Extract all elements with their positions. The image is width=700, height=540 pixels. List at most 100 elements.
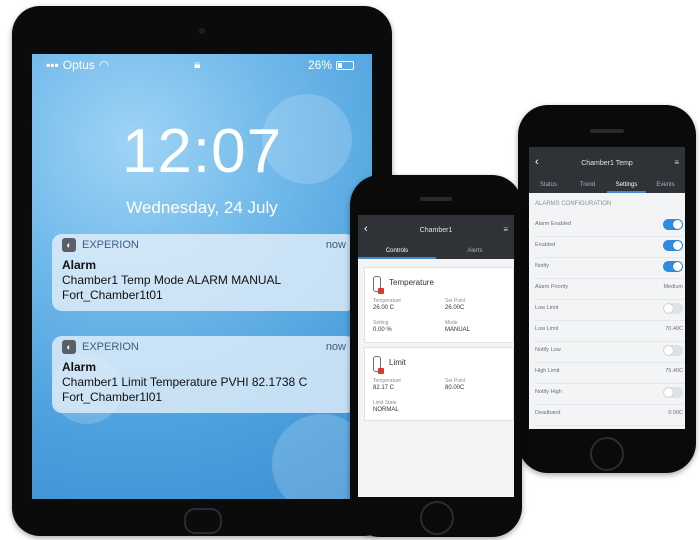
tab-trend[interactable]: Trend xyxy=(568,179,607,193)
tab-controls[interactable]: Controls xyxy=(358,245,436,259)
field-label: Limit State xyxy=(373,400,397,406)
menu-icon[interactable]: ≡ xyxy=(503,225,508,234)
setting-label: Deadband xyxy=(535,410,561,416)
tab-events[interactable]: Events xyxy=(646,179,685,193)
setting-label: High Limit xyxy=(535,368,560,374)
setting-row[interactable]: Low Limit xyxy=(535,299,685,321)
setting-row[interactable]: High Limit 75.40C xyxy=(535,362,685,384)
field-value: 26.00C xyxy=(445,305,465,311)
phone-speaker xyxy=(420,197,452,201)
tab-alerts[interactable]: Alerts xyxy=(436,245,514,259)
setting-label: Alarm Enabled xyxy=(535,221,572,227)
notification-time: now xyxy=(325,239,346,251)
notification-card[interactable]: ◐ EXPERION now Alarm Chamber1 Temp Mode … xyxy=(52,234,356,311)
status-right: 26% xyxy=(308,58,354,72)
setting-row[interactable]: Notify High xyxy=(535,383,685,405)
setting-value[interactable]: Medium xyxy=(663,284,683,290)
notification-title: Alarm xyxy=(62,258,97,272)
status-bar: ▪▪▪ Optus ◠ 🔒︎ 26% xyxy=(32,54,372,74)
notification-body: Alarm Chamber1 Temp Mode ALARM MANUAL Fo… xyxy=(52,256,356,311)
phone-controls-screen: ‹ Chamber1 ≡ Controls Alerts Temperature… xyxy=(358,215,514,497)
notification-time: now xyxy=(325,341,346,353)
setting-row[interactable]: Low Limit 70.40C xyxy=(535,320,685,342)
phone-settings-device: ‹ Chamber1 Temp ≡ Status Trend Settings … xyxy=(518,105,696,473)
experion-app-icon: ◐ xyxy=(62,340,76,354)
setting-toggle[interactable] xyxy=(663,345,683,356)
setting-toggle[interactable] xyxy=(663,387,683,398)
notification-card[interactable]: ◐ EXPERION now Alarm Chamber1 Limit Temp… xyxy=(52,336,356,413)
field-value: MANUAL xyxy=(445,327,471,333)
field-label: Set Point xyxy=(445,298,466,304)
setting-row[interactable]: Enabled xyxy=(535,236,685,258)
thermometer-icon xyxy=(373,276,384,294)
field-label: Temperature xyxy=(373,298,402,304)
lock-date: Wednesday, 24 July xyxy=(126,198,278,217)
thermometer-icon xyxy=(373,356,384,374)
setting-label: Enabled xyxy=(535,242,556,248)
notification-source: Fort_Chamber1t01 xyxy=(62,288,163,302)
field-value: 26.00 C xyxy=(373,305,395,311)
phone-speaker xyxy=(590,129,624,133)
status-left: ▪▪▪ Optus ◠ xyxy=(46,58,109,72)
tab-settings[interactable]: Settings xyxy=(607,179,646,193)
home-button[interactable] xyxy=(590,437,624,471)
setting-toggle[interactable] xyxy=(663,261,683,272)
setting-row[interactable]: Deadband 0.00C xyxy=(535,404,685,426)
screen-title: Chamber1 xyxy=(419,227,453,234)
notification-header: ◐ EXPERION now xyxy=(52,336,356,358)
phone-settings-screen: ‹ Chamber1 Temp ≡ Status Trend Settings … xyxy=(529,147,685,429)
home-button[interactable] xyxy=(420,501,454,535)
home-button[interactable] xyxy=(184,508,222,534)
setting-value[interactable]: 75.40C xyxy=(665,368,683,374)
setting-label: Low Limit xyxy=(535,305,559,311)
back-chevron-icon[interactable]: ‹ xyxy=(535,156,539,168)
limit-card[interactable]: Limit Temperature 82.17 C Set Point 80.0… xyxy=(364,347,514,421)
setting-row[interactable]: Alarm Priority Medium xyxy=(535,278,685,300)
setting-row[interactable]: Notify xyxy=(535,257,685,279)
card-title: Limit xyxy=(389,358,406,367)
field-value: NORMAL xyxy=(373,407,399,413)
notification-app-name: EXPERION xyxy=(82,341,139,353)
ipad-device: ▪▪▪ Optus ◠ 🔒︎ 26% 12:07 Wednesday, 24 J… xyxy=(12,6,392,536)
battery-percent: 26% xyxy=(307,58,332,72)
field-label: Mode xyxy=(445,320,458,326)
experion-app-icon: ◐ xyxy=(62,238,76,252)
card-title: Temperature xyxy=(389,278,434,287)
phone-controls-device: ‹ Chamber1 ≡ Controls Alerts Temperature… xyxy=(350,175,522,537)
field-label: Temperature xyxy=(373,378,402,384)
field-value: 80.00C xyxy=(445,385,465,391)
notification-source: Fort_Chamber1l01 xyxy=(62,390,163,404)
setting-toggle[interactable] xyxy=(663,303,683,314)
notification-title: Alarm xyxy=(62,360,97,374)
section-header: ALARMS CONFIGURATION xyxy=(535,201,612,207)
app-header: ‹ Chamber1 ≡ xyxy=(358,215,514,245)
menu-icon[interactable]: ≡ xyxy=(674,158,679,167)
lock-icon: 🔒︎ xyxy=(194,57,201,71)
temperature-card[interactable]: Temperature Temperature 26.00 C Set Poin… xyxy=(364,267,514,343)
setting-toggle[interactable] xyxy=(663,240,683,251)
setting-label: Notify Low xyxy=(535,347,561,353)
tab-status[interactable]: Status xyxy=(529,179,568,193)
notification-message: Chamber1 Temp Mode ALARM MANUAL xyxy=(62,273,282,287)
setting-label: Notify High xyxy=(535,389,562,395)
wifi-icon: ◠ xyxy=(98,58,110,72)
notification-app-name: EXPERION xyxy=(82,239,139,251)
setting-value[interactable]: 70.40C xyxy=(665,326,683,332)
ipad-camera xyxy=(199,28,205,34)
setting-label: Notify xyxy=(535,263,550,269)
carrier-label: Optus xyxy=(62,58,95,72)
field-label: Set Point xyxy=(445,378,466,384)
notification-body: Alarm Chamber1 Limit Temperature PVHI 82… xyxy=(52,358,356,413)
field-value: 82.17 C xyxy=(373,385,395,391)
back-chevron-icon[interactable]: ‹ xyxy=(364,223,368,235)
tab-bar: Status Trend Settings Events xyxy=(529,179,685,193)
notification-message: Chamber1 Limit Temperature PVHI 82.1738 … xyxy=(62,375,308,389)
setting-toggle[interactable] xyxy=(663,219,683,230)
setting-row[interactable]: Alarm Enabled xyxy=(535,215,685,237)
setting-label: Alarm Priority xyxy=(535,284,569,290)
app-header: ‹ Chamber1 Temp ≡ xyxy=(529,147,685,179)
setting-value[interactable]: 0.00C xyxy=(668,410,683,416)
ipad-lock-screen: ▪▪▪ Optus ◠ 🔒︎ 26% 12:07 Wednesday, 24 J… xyxy=(32,54,372,499)
setting-row[interactable]: Notify Low xyxy=(535,341,685,363)
signal-icon: ▪▪▪ xyxy=(46,58,59,72)
